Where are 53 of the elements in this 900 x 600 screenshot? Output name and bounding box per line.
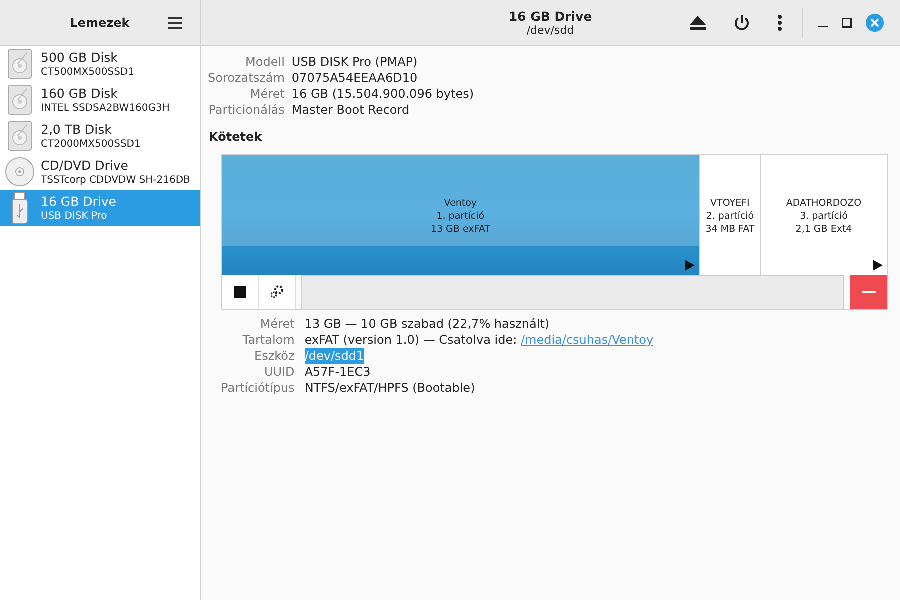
- field-label: Tartalom: [242, 332, 295, 348]
- more-options-icon[interactable]: [778, 14, 782, 30]
- partition-block[interactable]: Ventoy 1. partíció 13 GB exFAT: [222, 155, 700, 275]
- partition-label: VTOYEFI 2. partíció 34 MB FAT: [706, 197, 755, 236]
- drive-name: 16 GB Drive: [41, 194, 116, 210]
- drive-model: INTEL SSDSA2BW160G3H: [41, 102, 170, 114]
- field-label: Modell: [244, 54, 285, 70]
- drive-item[interactable]: 2,0 TB Disk CT2000MX500SSD1: [0, 118, 200, 154]
- window-title: 16 GB Drive: [508, 8, 592, 24]
- drive-model: CT2000MX500SSD1: [41, 138, 141, 150]
- drive-item[interactable]: 160 GB Disk INTEL SSDSA2BW160G3H: [0, 82, 200, 118]
- maximize-icon[interactable]: [842, 18, 852, 28]
- field-value: 16 GB (15.504.900.096 bytes): [292, 86, 476, 102]
- field-label: Méret: [249, 86, 285, 102]
- partition-label: ADATHORDOZO 3. partíció 2,1 GB Ext4: [786, 197, 862, 236]
- stop-icon: [234, 286, 246, 298]
- eject-icon[interactable]: [690, 16, 706, 30]
- drive-name: CD/DVD Drive: [41, 158, 130, 174]
- minus-icon: [862, 291, 876, 293]
- section-heading: Kötetek: [209, 130, 264, 144]
- drive-name: 500 GB Disk: [41, 50, 119, 66]
- drive-item[interactable]: CD/DVD Drive TSSTcorp CDDVDW SH-216DB: [0, 154, 200, 190]
- field-value: A57F-1EC3: [304, 364, 371, 380]
- field-value: 07075A54EEAA6D10: [292, 70, 419, 86]
- drive-model: CT500MX500SSD1: [41, 66, 135, 78]
- gears-icon: [270, 285, 284, 299]
- sidebar-title: Lemezek: [70, 16, 130, 30]
- drive-model: USB DISK Pro: [41, 210, 108, 222]
- drive-name: 2,0 TB Disk: [41, 122, 113, 138]
- field-value: 13 GB — 10 GB szabad (22,7% használt): [304, 316, 550, 332]
- settings-button[interactable]: [259, 275, 296, 309]
- field-label: Méret: [259, 316, 295, 332]
- close-icon[interactable]: [866, 14, 884, 32]
- field-label: Particionálás: [208, 102, 285, 118]
- drive-name: 160 GB Disk: [41, 86, 119, 102]
- field-value: NTFS/exFAT/HPFS (Bootable): [304, 380, 476, 396]
- field-label: UUID: [263, 364, 295, 380]
- stop-button[interactable]: [222, 275, 259, 309]
- partition-label: Ventoy 1. partíció 13 GB exFAT: [430, 197, 490, 236]
- drive-model: TSSTcorp CDDVDW SH-216DB: [41, 174, 190, 186]
- field-value: Master Boot Record: [292, 102, 411, 118]
- drive-item[interactable]: 500 GB Disk CT500MX500SSD1: [0, 46, 200, 82]
- play-arrow-icon[interactable]: [873, 260, 883, 271]
- field-value: USB DISK Pro (PMAP): [292, 54, 419, 70]
- optical-disc-icon: [5, 157, 35, 187]
- field-value: exFAT (version 1.0) — Csatolva ide:: [304, 332, 518, 348]
- field-label: Sorozatszám: [208, 70, 285, 86]
- delete-partition-button[interactable]: [850, 275, 887, 309]
- menu-icon[interactable]: [168, 17, 182, 29]
- window-subtitle: /dev/sdd: [526, 24, 574, 36]
- field-label: Partíciótípus: [221, 380, 295, 396]
- power-icon[interactable]: [734, 14, 750, 30]
- field-label: Eszköz: [254, 348, 295, 364]
